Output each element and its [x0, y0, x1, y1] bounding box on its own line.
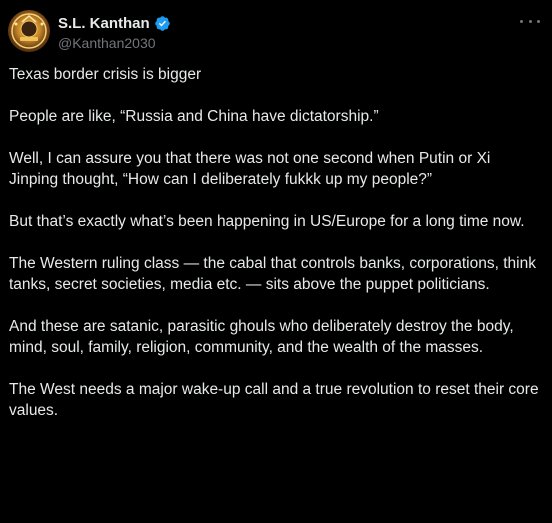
tweet-paragraph: The Western ruling class — the cabal tha… — [9, 255, 536, 293]
tweet-text: Texas border crisis is bigger People are… — [9, 64, 541, 421]
more-dot — [537, 19, 540, 23]
tweet-paragraph: Texas border crisis is bigger — [9, 66, 202, 83]
tweet-paragraph: And these are satanic, parasitic ghouls … — [9, 318, 514, 356]
tweet-paragraph: People are like, “Russia and China have … — [9, 108, 379, 125]
tweet-card: S.L. Kanthan @Kanthan2030 Texas border c… — [0, 0, 552, 523]
tweet-paragraph: But that’s exactly what’s been happening… — [9, 213, 525, 230]
author-display-name[interactable]: S.L. Kanthan — [58, 15, 150, 32]
verified-badge-icon — [154, 15, 170, 31]
author-handle[interactable]: @Kanthan2030 — [58, 35, 156, 51]
more-dot — [520, 19, 523, 23]
avatar[interactable] — [8, 10, 50, 52]
author-name-row: S.L. Kanthan — [58, 13, 171, 33]
more-options-icon[interactable] — [520, 14, 540, 28]
more-dot — [528, 19, 532, 23]
tweet-header: S.L. Kanthan @Kanthan2030 — [8, 8, 544, 56]
tweet-paragraph: The West needs a major wake-up call and … — [9, 381, 539, 419]
tweet-paragraph: Well, I can assure you that there was no… — [9, 150, 491, 188]
avatar-emblem-icon — [11, 13, 47, 49]
